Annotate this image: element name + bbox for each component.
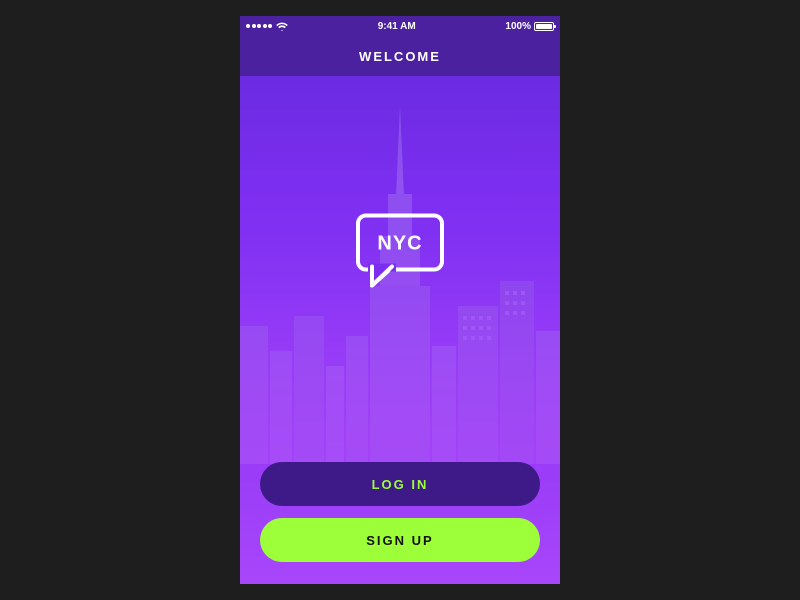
login-button[interactable]: LOG IN bbox=[260, 462, 540, 506]
hero: NYC bbox=[240, 76, 560, 464]
speech-bubble-icon: NYC bbox=[354, 212, 446, 292]
page-title: WELCOME bbox=[359, 49, 441, 64]
logo-text: NYC bbox=[377, 233, 422, 255]
logo: NYC bbox=[354, 212, 446, 297]
status-right: 100% bbox=[505, 21, 554, 32]
signup-button[interactable]: SIGN UP bbox=[260, 518, 540, 562]
phone-frame: 9:41 AM 100% WELCOME bbox=[240, 16, 560, 584]
battery-pct: 100% bbox=[505, 21, 531, 32]
bottom-actions: LOG IN SIGN UP bbox=[240, 462, 560, 584]
wifi-icon bbox=[276, 22, 288, 31]
signal-dots-icon bbox=[246, 24, 272, 28]
status-left bbox=[246, 22, 288, 31]
status-bar: 9:41 AM 100% bbox=[240, 16, 560, 36]
nav-bar: WELCOME bbox=[240, 36, 560, 76]
status-time: 9:41 AM bbox=[378, 21, 416, 32]
battery-icon bbox=[534, 22, 554, 31]
